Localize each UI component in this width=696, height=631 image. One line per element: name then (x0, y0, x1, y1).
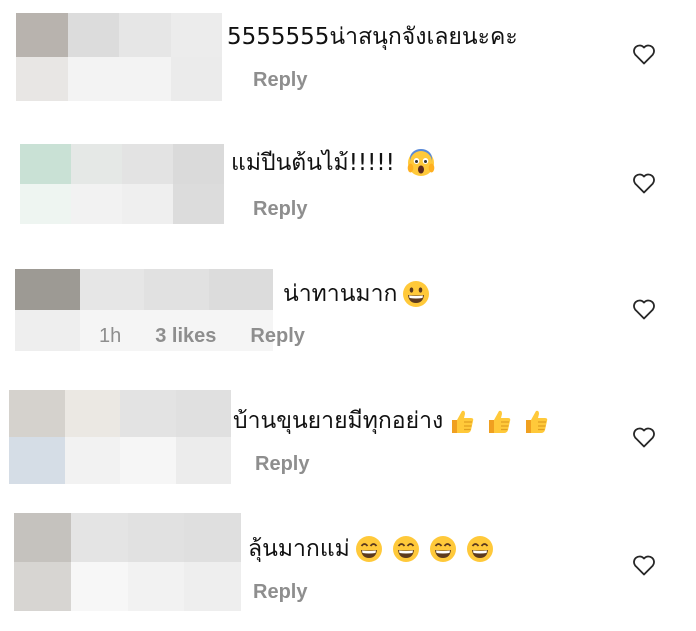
blur-cell (15, 310, 80, 351)
reply-button[interactable]: Reply (253, 69, 307, 91)
comment-item: 5555555น่าสนุกจังเลยนะคะ Reply (0, 0, 696, 128)
blur-cell (71, 144, 122, 184)
blur-cell (70, 513, 128, 562)
comment-meta: Reply (253, 67, 307, 93)
blur-cell (20, 184, 71, 224)
blur-cell (122, 144, 173, 184)
blur-cell (70, 562, 128, 611)
blur-cell (184, 513, 241, 562)
blur-cell (184, 562, 241, 611)
blur-cell (64, 390, 120, 437)
blurred-username (16, 13, 222, 101)
heart-outline-icon[interactable] (632, 43, 656, 65)
comment-text: 5555555น่าสนุกจังเลยนะคะ (227, 22, 518, 52)
blur-cell (67, 13, 119, 57)
blur-cell (120, 437, 176, 484)
grinning-squint-emoji (429, 536, 456, 562)
blur-cell (170, 57, 222, 101)
heart-outline-icon[interactable] (632, 426, 656, 448)
blurred-username (9, 390, 231, 484)
comment-body: น่าทานมาก (283, 281, 398, 307)
heart-outline-icon[interactable] (632, 298, 656, 320)
reply-button[interactable]: Reply (253, 581, 307, 603)
comment-body: ลุ้นมากแม่ (248, 536, 350, 562)
blur-cell (20, 144, 71, 184)
blur-cell (173, 144, 224, 184)
blur-cell (16, 13, 68, 57)
reply-button[interactable]: Reply (253, 198, 307, 220)
grinning-squint-emoji (466, 536, 493, 562)
heart-outline-icon[interactable] (632, 554, 656, 576)
comment-time: 1h (99, 325, 122, 347)
comment-body: 5555555น่าสนุกจังเลยนะคะ (227, 24, 518, 50)
comment-body: แม่ปีนต้นไม้!!!!! (231, 150, 395, 176)
blur-cell (144, 269, 209, 310)
thumbs-up-emoji (526, 410, 548, 433)
comment-item: แม่ปีนต้นไม้!!!!! Reply (0, 128, 696, 256)
blur-cell (119, 13, 171, 57)
comment-item: บ้านขุนยายมีทุกอย่าง Reply (0, 384, 696, 512)
comment-item: ลุ้นมากแม่ Reply (0, 512, 696, 631)
blurred-username (20, 144, 224, 224)
reply-button[interactable]: Reply (250, 325, 304, 347)
blur-cell (122, 184, 173, 224)
blur-cell (119, 57, 171, 101)
blur-cell (16, 57, 68, 101)
comment-text: บ้านขุนยายมีทุกอย่าง (233, 406, 550, 436)
comment-meta: Reply (255, 451, 309, 477)
comment-meta: Reply (253, 579, 307, 605)
blur-cell (14, 513, 71, 562)
grin-emoji (403, 281, 430, 307)
grinning-squint-emoji (355, 536, 382, 562)
blur-cell (120, 390, 176, 437)
blur-cell (175, 390, 231, 437)
comment-meta: Reply (253, 196, 307, 222)
thumbs-up-emoji (489, 410, 511, 433)
blur-cell (64, 437, 120, 484)
likes-count-link[interactable]: 3 likes (155, 325, 216, 347)
blur-cell (67, 57, 119, 101)
comment-text: ลุ้นมากแม่ (248, 534, 494, 564)
comment-text: แม่ปีนต้นไม้!!!!! (231, 148, 435, 178)
blurred-username (14, 513, 241, 611)
comment-item: น่าทานมาก 1h 3 likes Reply (0, 256, 696, 384)
reply-button[interactable]: Reply (255, 453, 309, 475)
comment-meta: 1h 3 likes Reply (99, 323, 305, 349)
blur-cell (175, 437, 231, 484)
blur-cell (127, 513, 185, 562)
blur-cell (173, 184, 224, 224)
blur-cell (79, 269, 144, 310)
blur-cell (14, 562, 71, 611)
heart-outline-icon[interactable] (632, 172, 656, 194)
blur-cell (170, 13, 222, 57)
blur-cell (208, 269, 273, 310)
blur-cell (9, 390, 65, 437)
comment-text: น่าทานมาก (283, 279, 430, 309)
grinning-squint-emoji (392, 536, 419, 562)
comment-body: บ้านขุนยายมีทุกอย่าง (233, 408, 444, 434)
blur-cell (71, 184, 122, 224)
blur-cell (9, 437, 65, 484)
blur-cell (127, 562, 185, 611)
scream-emoji (407, 149, 435, 176)
blur-cell (15, 269, 80, 310)
thumbs-up-emoji (452, 410, 474, 433)
